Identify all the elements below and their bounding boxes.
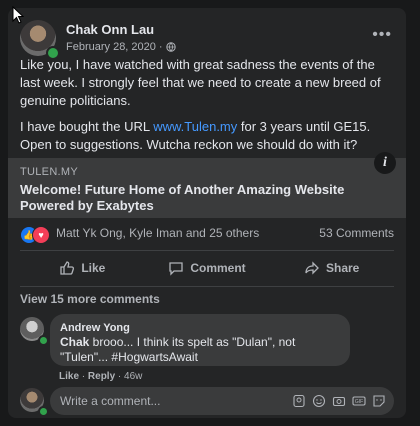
camera-icon[interactable]: [332, 394, 346, 408]
sticker-icon[interactable]: [372, 394, 386, 408]
commenter-name[interactable]: Andrew Yong: [60, 322, 130, 334]
divider: [20, 250, 394, 251]
author-name[interactable]: Chak Onn Lau: [66, 22, 154, 37]
post-header: Chak Onn Lau February 28, 2020 · •••: [20, 20, 394, 60]
comment-mention[interactable]: Chak: [60, 335, 89, 349]
composer-icons: GIF: [292, 394, 386, 408]
share-button[interactable]: Share: [269, 254, 394, 282]
comment-bubble: Andrew Yong Chak brooo... I think its sp…: [50, 314, 350, 366]
post-paragraph-1: Like you, I have watched with great sadn…: [20, 57, 381, 108]
comment-placeholder: Write a comment...: [60, 394, 161, 408]
share-label: Share: [326, 261, 360, 275]
action-bar: Like Comment Share: [20, 254, 394, 282]
reaction-names[interactable]: Matt Yk Ong, Kyle Iman and 25 others: [56, 226, 259, 240]
post-date[interactable]: February 28, 2020: [66, 41, 156, 53]
info-icon[interactable]: i: [374, 152, 396, 174]
comment-reply-link[interactable]: Reply: [88, 371, 115, 382]
like-label: Like: [81, 261, 106, 275]
write-comment-input[interactable]: Write a comment... GIF: [50, 387, 394, 415]
link-preview[interactable]: TULEN.MY Welcome! Future Home of Another…: [8, 152, 406, 218]
reactions-bar: 👍 ♥ Matt Yk Ong, Kyle Iman and 25 others…: [20, 224, 394, 244]
avatar-sticker-icon[interactable]: [292, 394, 306, 408]
preview-title[interactable]: Welcome! Future Home of Another Amazing …: [20, 182, 350, 214]
post-text: Like you, I have watched with great sadn…: [20, 56, 394, 162]
comment-count[interactable]: 53 Comments: [319, 226, 394, 240]
gif-icon[interactable]: GIF: [352, 394, 366, 408]
comment-icon: [169, 262, 183, 276]
comment-label: Comment: [190, 261, 246, 275]
love-reaction-icon: ♥: [32, 226, 50, 244]
comment-button[interactable]: Comment: [145, 254, 270, 282]
thumbs-up-icon: [60, 261, 75, 275]
mouse-cursor-icon: [12, 6, 24, 24]
post-link[interactable]: www.Tulen.my: [153, 119, 237, 134]
svg-text:GIF: GIF: [355, 399, 363, 405]
comment-actions: Like · Reply · 46w: [59, 371, 143, 382]
more-options-icon[interactable]: •••: [372, 26, 392, 44]
divider: [20, 286, 394, 287]
globe-icon: [165, 42, 176, 52]
online-indicator: [38, 406, 49, 417]
post-card: Chak Onn Lau February 28, 2020 · ••• Lik…: [8, 8, 406, 418]
comment-time[interactable]: 46w: [124, 371, 142, 382]
online-indicator: [38, 335, 49, 346]
comment-text: Chak brooo... I think its spelt as "Dula…: [60, 335, 296, 364]
comment-like-link[interactable]: Like: [59, 371, 79, 382]
view-more-comments[interactable]: View 15 more comments: [20, 292, 160, 306]
emoji-icon[interactable]: [312, 394, 326, 408]
share-icon: [305, 261, 319, 275]
post-paragraph-2: I have bought the URL www.Tulen.my for 3…: [20, 119, 371, 152]
preview-domain: TULEN.MY: [20, 166, 79, 178]
like-button[interactable]: Like: [20, 254, 145, 282]
post-meta: February 28, 2020 ·: [66, 41, 176, 53]
reaction-icons[interactable]: 👍 ♥: [20, 226, 52, 244]
